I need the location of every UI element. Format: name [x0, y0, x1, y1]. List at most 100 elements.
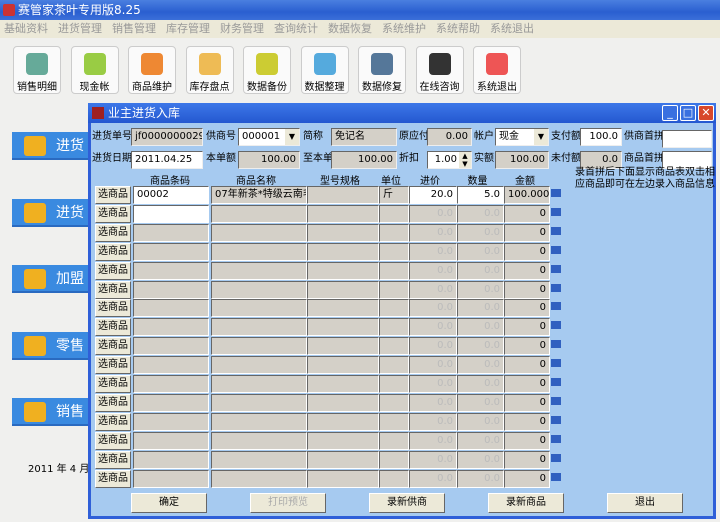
side-button[interactable]: 加盟 [12, 265, 92, 293]
maximize-button[interactable]: □ [680, 105, 696, 121]
cell-spec[interactable] [307, 318, 379, 337]
supplier-select[interactable]: 000001 ▼ [238, 128, 300, 146]
toolbar-button[interactable]: 销售明细 [13, 46, 61, 94]
menu-item[interactable]: 销售管理 [112, 20, 156, 38]
cell-spec[interactable] [307, 223, 379, 242]
cell-unit[interactable] [379, 318, 409, 337]
cell-price[interactable]: 0.0 [409, 412, 457, 431]
sup-py-field[interactable] [662, 130, 712, 148]
cell-unit[interactable] [379, 431, 409, 450]
menu-item[interactable]: 系统帮助 [436, 20, 480, 38]
cell-unit[interactable] [379, 450, 409, 469]
prev-due-field[interactable]: 0.00 [427, 128, 472, 146]
toolbar-button[interactable]: 在线咨询 [415, 46, 464, 94]
cell-price[interactable]: 0.0 [409, 318, 457, 337]
delete-row-icon[interactable]: ✕ [550, 263, 566, 279]
minimize-button[interactable]: _ [662, 105, 678, 121]
cell-code[interactable] [133, 356, 209, 375]
cell-amount[interactable]: 0 [504, 261, 550, 280]
cell-amount[interactable]: 0 [504, 393, 550, 412]
cell-spec[interactable] [307, 242, 379, 261]
cell-code[interactable] [133, 242, 209, 261]
cell-name[interactable] [211, 337, 307, 356]
cell-name[interactable] [211, 223, 307, 242]
cell-amount[interactable]: 0 [504, 204, 550, 223]
cell-unit[interactable] [379, 204, 409, 223]
cell-unit[interactable] [379, 337, 409, 356]
chevron-down-icon[interactable]: ▼ [285, 129, 299, 145]
cell-spec[interactable] [307, 431, 379, 450]
cell-amount[interactable]: 0 [504, 223, 550, 242]
toolbar-button[interactable]: 现金帐 [70, 46, 119, 94]
cell-name[interactable] [211, 299, 307, 318]
cell-code[interactable] [133, 450, 209, 469]
confirm-button[interactable]: 确定 [131, 493, 207, 513]
short-field[interactable]: 免记名 [331, 128, 397, 146]
cell-qty[interactable]: 0.0 [457, 337, 504, 356]
cell-unit[interactable] [379, 469, 409, 488]
cell-amount[interactable]: 0 [504, 337, 550, 356]
cell-amount[interactable]: 0 [504, 318, 550, 337]
toolbar-button[interactable]: 商品维护 [128, 46, 176, 94]
side-button[interactable]: 进货 [12, 132, 92, 160]
cell-code[interactable] [133, 261, 209, 280]
select-product-button[interactable]: 选商品 [95, 412, 131, 431]
cell-code[interactable] [133, 337, 209, 356]
cell-qty[interactable]: 0.0 [457, 318, 504, 337]
select-product-button[interactable]: 选商品 [95, 242, 131, 261]
spinner-icon[interactable]: ▲ ▼ [459, 152, 471, 168]
menu-item[interactable]: 数据恢复 [328, 20, 372, 38]
cell-unit[interactable] [379, 242, 409, 261]
cell-amount[interactable]: 0 [504, 375, 550, 393]
exit-button[interactable]: 退出 [607, 493, 683, 513]
cell-qty[interactable]: 0.0 [457, 204, 504, 223]
cell-name[interactable] [211, 242, 307, 261]
cell-qty[interactable]: 0.0 [457, 375, 504, 393]
menu-item[interactable]: 财务管理 [220, 20, 264, 38]
select-product-button[interactable]: 选商品 [95, 318, 131, 337]
cell-qty[interactable]: 0.0 [457, 412, 504, 431]
cell-spec[interactable] [307, 337, 379, 356]
delete-row-icon[interactable]: ✕ [550, 225, 566, 241]
cell-name[interactable] [211, 412, 307, 431]
cell-unit[interactable] [379, 299, 409, 318]
cell-spec[interactable] [307, 204, 379, 223]
cell-name[interactable] [211, 431, 307, 450]
select-product-button[interactable]: 选商品 [95, 375, 131, 393]
cell-amount[interactable]: 0 [504, 412, 550, 431]
delete-row-icon[interactable]: ✕ [550, 433, 566, 449]
menu-item[interactable]: 系统退出 [490, 20, 534, 38]
toolbar-button[interactable]: 数据修复 [358, 46, 406, 94]
cell-name[interactable] [211, 393, 307, 412]
select-product-button[interactable]: 选商品 [95, 204, 131, 223]
cell-unit[interactable] [379, 261, 409, 280]
delete-row-icon[interactable]: ✕ [550, 395, 566, 411]
delete-row-icon[interactable]: ✕ [550, 319, 566, 335]
new-product-button[interactable]: 录新商品 [488, 493, 564, 513]
cell-name[interactable] [211, 356, 307, 375]
cell-amount[interactable]: 0 [504, 242, 550, 261]
cell-code[interactable] [133, 318, 209, 337]
delete-row-icon[interactable]: ✕ [550, 244, 566, 260]
delete-row-icon[interactable]: ✕ [550, 282, 566, 298]
cell-name[interactable] [211, 318, 307, 337]
cell-amount[interactable]: 0 [504, 356, 550, 375]
to-field[interactable]: 100.00 [331, 151, 397, 169]
select-product-button[interactable]: 选商品 [95, 450, 131, 469]
amount-field[interactable]: 100.00 [238, 151, 300, 169]
cell-amount[interactable]: 0 [504, 431, 550, 450]
delete-row-icon[interactable]: ✕ [550, 300, 566, 316]
cell-spec[interactable] [307, 450, 379, 469]
cell-qty[interactable]: 0.0 [457, 280, 504, 299]
account-select[interactable]: 现金 ▼ [495, 128, 549, 146]
cell-spec[interactable] [307, 299, 379, 318]
toolbar-button[interactable]: 数据整理 [300, 46, 349, 94]
cell-name[interactable] [211, 469, 307, 488]
delete-row-icon[interactable]: ✕ [550, 187, 566, 203]
cell-price[interactable]: 0.0 [409, 356, 457, 375]
cell-name[interactable] [211, 375, 307, 393]
cell-price[interactable]: 0.0 [409, 469, 457, 488]
cell-name[interactable] [211, 204, 307, 223]
chevron-down-icon[interactable]: ▼ [534, 129, 548, 145]
cell-amount[interactable]: 0 [504, 280, 550, 299]
